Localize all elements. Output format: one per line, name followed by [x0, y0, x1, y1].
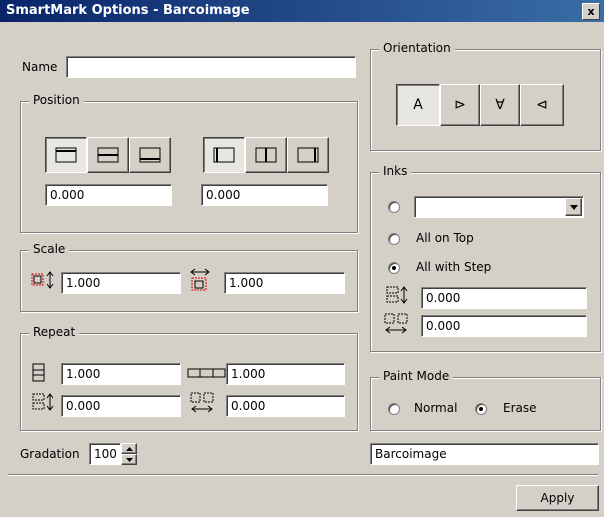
- inks-vertical-step-input[interactable]: 0.000: [421, 287, 587, 309]
- paint-erase-radio[interactable]: [475, 403, 487, 415]
- orientation-rotate-right-button[interactable]: ⊳: [440, 84, 480, 126]
- repeat-horizontal-step-input[interactable]: 0.000: [226, 395, 345, 417]
- align-right-icon: [297, 147, 319, 163]
- align-center-icon: [255, 147, 277, 163]
- divider: [8, 474, 598, 476]
- all-on-top-radio[interactable]: [388, 233, 400, 245]
- repeat-vertical-step-input[interactable]: 0.000: [61, 395, 181, 417]
- paint-mode-legend: Paint Mode: [379, 369, 454, 383]
- align-middle-button[interactable]: [87, 137, 129, 173]
- gradation-up-button[interactable]: [121, 443, 137, 454]
- repeat-vertical-step-icon: [32, 393, 54, 411]
- align-middle-icon: [97, 147, 119, 163]
- mark-name-input[interactable]: Barcoimage: [370, 443, 599, 465]
- arrow-down-icon: [125, 457, 133, 462]
- scale-width-icon: [190, 268, 210, 291]
- repeat-horizontal-step-icon: [190, 392, 214, 413]
- orientation-legend: Orientation: [379, 41, 455, 55]
- align-center-button[interactable]: [245, 137, 287, 173]
- paint-normal-radio[interactable]: [388, 403, 400, 415]
- inks-dropdown[interactable]: [414, 196, 584, 218]
- position-horizontal-input[interactable]: 0.000: [201, 184, 328, 206]
- repeat-horizontal-count-input[interactable]: 1.000: [226, 363, 345, 385]
- name-label: Name: [22, 60, 58, 74]
- paint-normal-label: Normal: [414, 401, 458, 415]
- chevron-down-icon: [569, 204, 578, 210]
- inks-specific-radio[interactable]: [388, 201, 400, 213]
- repeat-horizontal-count-icon: [187, 368, 226, 378]
- align-top-icon: [55, 147, 77, 163]
- align-top-button[interactable]: [45, 137, 87, 173]
- apply-button[interactable]: Apply: [516, 485, 599, 511]
- scale-legend: Scale: [29, 242, 70, 256]
- align-left-button[interactable]: [203, 137, 245, 173]
- align-right-button[interactable]: [287, 137, 329, 173]
- all-with-step-radio[interactable]: [388, 262, 400, 274]
- scale-height-icon: [31, 271, 54, 289]
- inks-vertical-step-icon: [386, 286, 408, 304]
- scale-width-input[interactable]: 1.000: [224, 272, 345, 294]
- orientation-normal-button[interactable]: A: [396, 84, 440, 126]
- position-vertical-input[interactable]: 0.000: [45, 184, 172, 206]
- inks-horizontal-step-icon: [384, 313, 408, 334]
- inks-legend: Inks: [379, 164, 412, 178]
- all-with-step-label: All with Step: [416, 260, 492, 274]
- orientation-rotate-left-button[interactable]: ⊲: [520, 84, 564, 126]
- inks-horizontal-step-input[interactable]: 0.000: [421, 315, 587, 337]
- paint-erase-label: Erase: [503, 401, 537, 415]
- paint-mode-group: Paint Mode: [370, 369, 601, 431]
- window-title: SmartMark Options - Barcoimage: [6, 3, 250, 18]
- align-left-icon: [213, 147, 235, 163]
- repeat-vertical-count-input[interactable]: 1.000: [61, 363, 181, 385]
- orientation-flip-button[interactable]: ∀: [480, 84, 520, 126]
- close-button[interactable]: x: [582, 3, 600, 20]
- position-legend: Position: [29, 93, 84, 107]
- inks-dropdown-button[interactable]: [565, 198, 582, 216]
- align-bottom-icon: [139, 147, 161, 163]
- gradation-label: Gradation: [20, 447, 80, 461]
- title-bar: SmartMark Options - Barcoimage x: [0, 0, 604, 22]
- gradation-input[interactable]: 100: [89, 443, 121, 465]
- repeat-vertical-count-icon: [32, 363, 45, 382]
- all-on-top-label: All on Top: [416, 231, 474, 245]
- repeat-legend: Repeat: [29, 325, 80, 339]
- align-bottom-button[interactable]: [129, 137, 171, 173]
- gradation-down-button[interactable]: [121, 454, 137, 465]
- name-input[interactable]: [66, 56, 356, 78]
- arrow-up-icon: [125, 446, 133, 451]
- scale-height-input[interactable]: 1.000: [61, 272, 181, 294]
